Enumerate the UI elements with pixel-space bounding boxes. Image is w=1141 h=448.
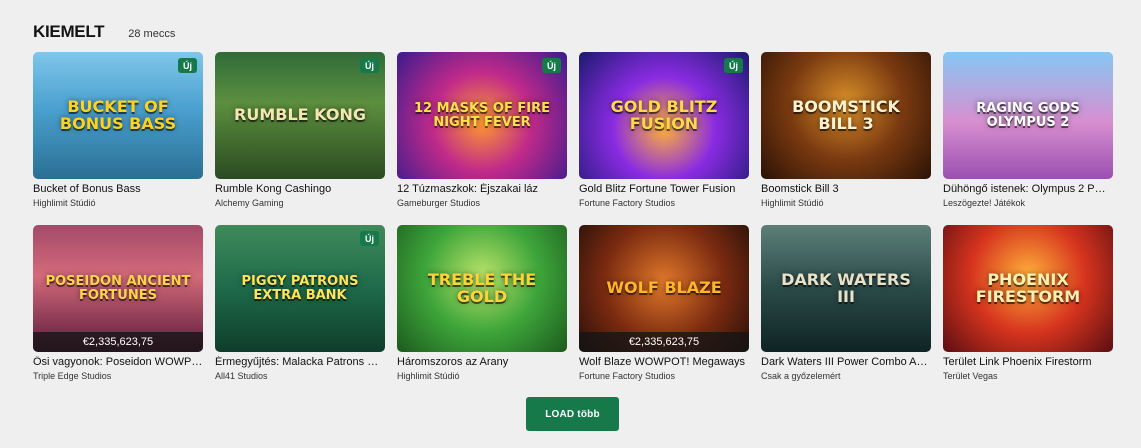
game-logo-text: POSEIDON ANCIENT FORTUNES [45, 274, 191, 303]
game-title[interactable]: Terület Link Phoenix Firestorm [943, 356, 1113, 368]
game-logo-art: BOOMSTICK BILL 3 [761, 52, 931, 179]
new-badge: Új [542, 58, 561, 73]
new-badge: Új [360, 58, 379, 73]
game-card[interactable]: RUMBLE KONG Új Rumble Kong Cashingo Alchemy… [215, 52, 385, 225]
game-provider: Fortune Factory Studios [579, 371, 676, 381]
game-provider: All41 Studios [215, 371, 268, 381]
game-logo-art: PHOENIX FIRESTORM [943, 225, 1113, 352]
game-logo-text: DARK WATERS III [781, 270, 911, 306]
game-logo-text: RUMBLE KONG [234, 105, 366, 125]
game-logo-text: PIGGY PATRONS EXTRA BANK [241, 274, 359, 303]
game-thumbnail[interactable]: PIGGY PATRONS EXTRA BANK Új [215, 225, 385, 352]
game-title[interactable]: Gold Blitz Fortune Tower Fusion [579, 183, 749, 195]
game-provider: Highlimit Stúdió [397, 371, 460, 381]
game-title[interactable]: Érmegyűjtés: Malacka Patrons Extra Bank [215, 356, 385, 368]
game-card[interactable]: BOOMSTICK BILL 3 Boomstick Bill 3 Highlimi… [761, 52, 931, 225]
game-card[interactable]: WOLF BLAZE €2,335,623,75 Wolf Blaze WOWPOT… [579, 225, 749, 398]
game-provider: Gameburger Studios [397, 198, 481, 208]
game-provider: Fortune Factory Studios [579, 198, 676, 208]
game-provider: Alchemy Gaming [215, 198, 284, 208]
game-thumbnail[interactable]: PHOENIX FIRESTORM [943, 225, 1113, 352]
game-thumbnail[interactable]: DARK WATERS III [761, 225, 931, 352]
new-badge: Új [178, 58, 197, 73]
game-title[interactable]: Bucket of Bonus Bass [33, 183, 203, 195]
game-card[interactable]: DARK WATERS III Dark Waters III Power Com… [761, 225, 931, 398]
game-thumbnail[interactable]: WOLF BLAZE €2,335,623,75 [579, 225, 749, 352]
section-header: KIEMELT 28 meccs [33, 22, 175, 42]
game-logo-text: TREBLE THE GOLD [427, 270, 537, 306]
game-logo-text: PHOENIX FIRESTORM [975, 270, 1081, 306]
jackpot-amount: €2,335,623,75 [33, 332, 203, 352]
game-logo-art: DARK WATERS III [761, 225, 931, 352]
game-thumbnail[interactable]: POSEIDON ANCIENT FORTUNES €2,335,623,75 [33, 225, 203, 352]
game-thumbnail[interactable]: GOLD BLITZ FUSION Új [579, 52, 749, 179]
game-card[interactable]: GOLD BLITZ FUSION Új Gold Blitz Fortune To… [579, 52, 749, 225]
game-title[interactable]: Wolf Blaze WOWPOT! Megaways [579, 356, 749, 368]
game-title[interactable]: Dark Waters III Power Combo Az elátkozot… [761, 356, 931, 368]
game-card[interactable]: POSEIDON ANCIENT FORTUNES €2,335,623,75 Ős… [33, 225, 203, 398]
game-provider: Highlimit Stúdió [761, 198, 824, 208]
game-card[interactable]: RAGING GODS OLYMPUS 2 Dühöngő istenek: Ol… [943, 52, 1113, 225]
game-logo-text: BOOMSTICK BILL 3 [792, 97, 900, 133]
game-title[interactable]: 12 Túzmaszkok: Éjszakai láz [397, 183, 567, 195]
game-provider: Leszögezte! Játékok [943, 198, 1026, 208]
game-logo-text: BUCKET OF BONUS BASS [59, 97, 177, 133]
game-logo-art: RAGING GODS OLYMPUS 2 [943, 52, 1113, 179]
game-count: 28 meccs [128, 28, 176, 40]
game-title[interactable]: Rumble Kong Cashingo [215, 183, 385, 195]
game-card[interactable]: PIGGY PATRONS EXTRA BANK Új Érmegyűjtés: M… [215, 225, 385, 398]
section-title: KIEMELT [33, 22, 105, 41]
game-title[interactable]: Boomstick Bill 3 [761, 183, 931, 195]
game-logo-text: GOLD BLITZ FUSION [610, 97, 718, 133]
game-logo-text: RAGING GODS OLYMPUS 2 [976, 101, 1080, 130]
game-grid: BUCKET OF BONUS BASS Új Bucket of Bonus Ba… [33, 52, 1113, 398]
game-logo-text: WOLF BLAZE [606, 278, 722, 298]
game-provider: Highlimit Stúdió [33, 198, 96, 208]
load-more-button[interactable]: LOAD több [526, 397, 619, 431]
game-title[interactable]: Dühöngő istenek: Olympus 2 POWER COMBO [943, 183, 1113, 195]
game-provider: Csak a győzelemért [761, 371, 841, 381]
game-card[interactable]: BUCKET OF BONUS BASS Új Bucket of Bonus Ba… [33, 52, 203, 225]
game-thumbnail[interactable]: RAGING GODS OLYMPUS 2 [943, 52, 1113, 179]
new-badge: Új [724, 58, 743, 73]
game-card[interactable]: PHOENIX FIRESTORM Terület Link Phoenix Fi… [943, 225, 1113, 398]
game-logo-text: 12 MASKS OF FIRE NIGHT FEVER [413, 101, 550, 130]
game-title[interactable]: Háromszoros az Arany [397, 356, 567, 368]
new-badge: Új [360, 231, 379, 246]
game-card[interactable]: 12 MASKS OF FIRE NIGHT FEVER Új 12 Túzmasz… [397, 52, 567, 225]
game-card[interactable]: TREBLE THE GOLD Háromszoros az Arany Highl… [397, 225, 567, 398]
game-provider: Triple Edge Studios [33, 371, 112, 381]
game-thumbnail[interactable]: RUMBLE KONG Új [215, 52, 385, 179]
game-thumbnail[interactable]: 12 MASKS OF FIRE NIGHT FEVER Új [397, 52, 567, 179]
game-title[interactable]: Ősi vagyonok: Poseidon WOWPOT! Megaways [33, 356, 203, 368]
game-thumbnail[interactable]: BOOMSTICK BILL 3 [761, 52, 931, 179]
game-thumbnail[interactable]: BUCKET OF BONUS BASS Új [33, 52, 203, 179]
game-provider: Terület Vegas [943, 371, 998, 381]
game-thumbnail[interactable]: TREBLE THE GOLD [397, 225, 567, 352]
jackpot-amount: €2,335,623,75 [579, 332, 749, 352]
game-logo-art: TREBLE THE GOLD [397, 225, 567, 352]
